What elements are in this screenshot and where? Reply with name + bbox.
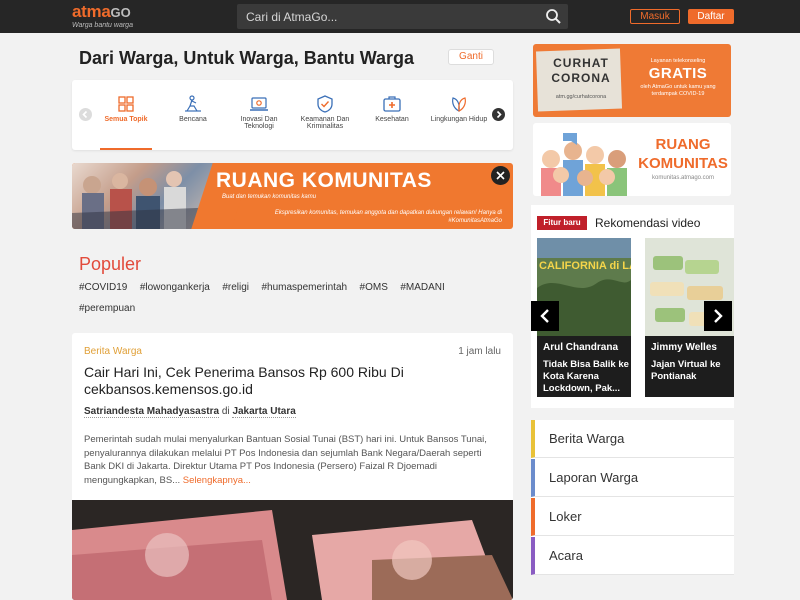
- post-time: 1 jam lalu: [458, 346, 501, 357]
- curhat-title: CURHAT CORONA: [546, 56, 616, 86]
- category-label: Laporan Warga: [549, 470, 639, 485]
- post-author[interactable]: Satriandesta Mahadyasastra: [84, 406, 220, 418]
- rk-title-line1: RUANG: [655, 136, 711, 153]
- rk-title-line2: KOMUNITAS: [638, 155, 728, 172]
- category-laporan-warga[interactable]: Laporan Warga: [531, 459, 734, 497]
- ruang-komunitas-banner[interactable]: RUANG KOMUNITAS Buat dan temukan komunit…: [72, 163, 513, 229]
- search-input[interactable]: [237, 4, 537, 29]
- post-image[interactable]: [72, 500, 513, 600]
- tag-link[interactable]: #OMS: [360, 278, 388, 298]
- tag-link[interactable]: #religi: [222, 278, 249, 298]
- video-section-title: Rekomendasi video: [595, 216, 701, 230]
- post-card: Berita Warga 1 jam lalu Cair Hari Ini, C…: [72, 333, 513, 600]
- video-prev-button[interactable]: [531, 301, 559, 331]
- topic-inovasi-teknologi[interactable]: Inovasi Dan Teknologi: [230, 80, 288, 150]
- topic-label: Kesehatan: [375, 116, 409, 123]
- topic-label: Semua Topik: [104, 116, 148, 123]
- topic-label: Inovasi Dan Teknologi: [240, 116, 278, 130]
- tag-link[interactable]: #COVID19: [79, 278, 127, 298]
- video-title: Jajan Virtual ke Pontianak: [651, 359, 721, 382]
- carousel-next-button[interactable]: [492, 108, 505, 121]
- post-title[interactable]: Cair Hari Ini, Cek Penerima Bansos Rp 60…: [84, 364, 504, 398]
- page-tagline: Dari Warga, Untuk Warga, Bantu Warga: [79, 48, 415, 68]
- register-button[interactable]: Daftar: [688, 9, 734, 24]
- topic-semua-topik[interactable]: Semua Topik: [97, 80, 155, 150]
- rk-title: RUANG KOMUNITAS: [635, 135, 731, 173]
- topic-carousel: Semua Topik Bencana Inovasi Dan Teknolog…: [72, 80, 513, 150]
- chevron-left-icon: [82, 110, 88, 119]
- logo-text: atma: [72, 2, 111, 21]
- post-category[interactable]: Berita Warga: [84, 346, 142, 357]
- read-more-link[interactable]: Selengkapnya...: [183, 475, 251, 486]
- tag-link[interactable]: #humaspemerintah: [261, 278, 347, 298]
- chevron-right-icon: [496, 110, 502, 119]
- category-acara[interactable]: Acara: [531, 537, 734, 575]
- category-label: Berita Warga: [549, 431, 625, 446]
- new-feature-badge: Fitur baru: [537, 216, 587, 230]
- banner-description: Ekspresikan komunitas, temukan anggota d…: [274, 210, 502, 224]
- topic-kesehatan[interactable]: Kesehatan: [363, 80, 421, 150]
- close-banner-button[interactable]: [491, 166, 510, 185]
- close-icon: [496, 171, 505, 180]
- video-author: Jimmy Welles: [651, 342, 717, 353]
- atmago-logo[interactable]: atmaGO Warga bantu warga: [72, 2, 142, 30]
- curhat-service: Layanan telekonseling: [650, 58, 706, 64]
- rk-url: komunitas.atmago.com: [651, 175, 715, 181]
- grid-icon: [116, 94, 136, 114]
- curhat-url: atm.gg/curhatcorona: [555, 94, 607, 100]
- technology-icon: [249, 94, 269, 114]
- top-navbar: atmaGO Warga bantu warga Masuk Daftar: [0, 0, 800, 33]
- video-author: Arul Chandrana: [543, 342, 619, 353]
- leaf-icon: [449, 94, 469, 114]
- curhat-corona-banner[interactable]: CURHAT CORONA atm.gg/curhatcorona Layana…: [533, 44, 731, 117]
- tag-link[interactable]: #perempuan: [79, 299, 135, 319]
- curhat-by: oleh AtmaGo untuk kamu yang terdampak CO…: [640, 84, 716, 97]
- topic-label: Bencana: [179, 116, 207, 123]
- post-author-prep: di: [221, 406, 230, 417]
- video-next-button[interactable]: [704, 301, 732, 331]
- curhat-title-line2: CORONA: [551, 71, 611, 85]
- tag-link[interactable]: #lowongankerja: [140, 278, 210, 298]
- logo-tagline: Warga bantu warga: [72, 22, 133, 29]
- populer-tags: #COVID19 #lowongankerja #religi #humaspe…: [79, 277, 499, 319]
- topic-label: Lingkungan Hidup: [430, 116, 488, 123]
- carousel-prev-button[interactable]: [79, 108, 92, 121]
- login-button[interactable]: Masuk: [630, 9, 680, 24]
- category-label: Acara: [549, 548, 583, 563]
- curhat-free: GRATIS: [648, 65, 708, 82]
- category-berita-warga[interactable]: Berita Warga: [531, 420, 734, 458]
- post-excerpt-text: Pemerintah sudah mulai menyalurkan Bantu…: [84, 434, 487, 486]
- video-title: Tidak Bisa Balik ke Kota Karena Lockdown…: [543, 359, 629, 394]
- shield-icon: [315, 94, 335, 114]
- banner-subtitle: Buat dan temukan komunitas kamu: [222, 194, 317, 200]
- crowd-photo: [72, 163, 222, 229]
- search-icon[interactable]: [545, 8, 562, 25]
- health-icon: [382, 94, 402, 114]
- tag-link[interactable]: #MADANI: [400, 278, 444, 298]
- video-overlay-text: CALIFORNIA di LA: [539, 260, 631, 272]
- community-illustration: [533, 123, 633, 196]
- topic-keamanan-kriminalitas[interactable]: Keamanan Dan Kriminalitas: [296, 80, 354, 150]
- logo-go-text: GO: [110, 5, 131, 20]
- category-list: Berita Warga Laporan Warga Loker Acara: [531, 420, 734, 575]
- topic-bencana[interactable]: Bencana: [164, 80, 222, 150]
- ruang-komunitas-card[interactable]: RUANG KOMUNITAS komunitas.atmago.com: [533, 123, 731, 196]
- banner-title: RUANG KOMUNITAS: [216, 169, 432, 192]
- chevron-right-icon: [714, 309, 723, 323]
- category-loker[interactable]: Loker: [531, 498, 734, 536]
- populer-heading: Populer: [79, 254, 142, 274]
- topic-label: Keamanan Dan Kriminalitas: [300, 116, 350, 130]
- post-author-line: Satriandesta Mahadyasastra di Jakarta Ut…: [84, 406, 296, 418]
- search-bar: [237, 4, 568, 29]
- post-excerpt: Pemerintah sudah mulai menyalurkan Bantu…: [84, 433, 499, 487]
- post-location[interactable]: Jakarta Utara: [232, 406, 296, 418]
- category-label: Loker: [549, 509, 582, 524]
- change-tagline-button[interactable]: Ganti: [448, 49, 494, 65]
- disaster-icon: [183, 94, 203, 114]
- chevron-left-icon: [540, 309, 549, 323]
- curhat-title-line1: CURHAT: [553, 56, 609, 70]
- topic-lingkungan-hidup[interactable]: Lingkungan Hidup: [430, 80, 488, 150]
